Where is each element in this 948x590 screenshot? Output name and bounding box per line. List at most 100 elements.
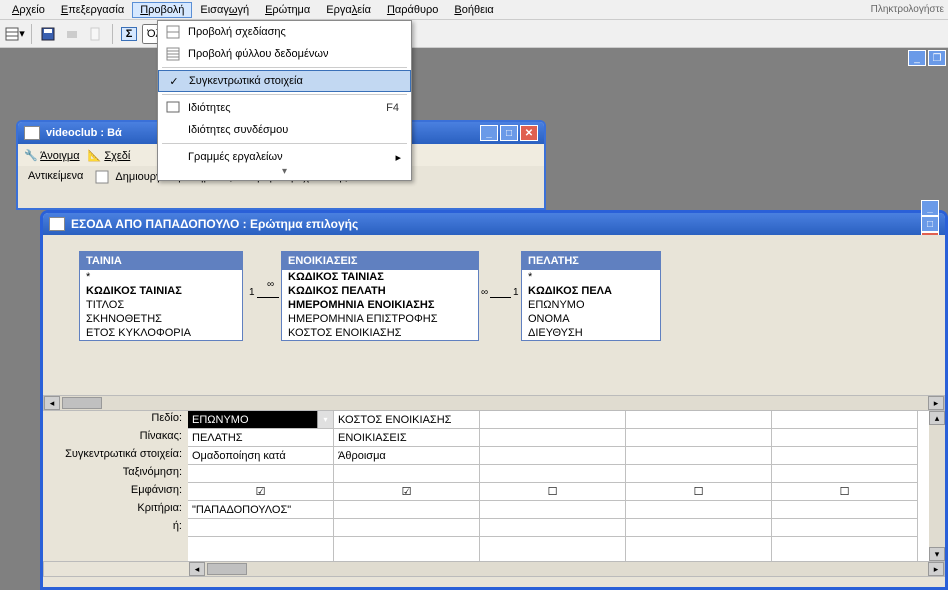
db-maximize-button[interactable]: □ [500,125,518,141]
query-titlebar[interactable]: ΕΣΟΔΑ ΑΠΟ ΠΑΠΑΔΟΠΟΥΛΟ : Ερώτημα επιλογής… [43,213,945,235]
total-cell[interactable] [772,447,917,465]
table-cell[interactable]: ΕΝΟΙΚΙΑΣΕΙΣ [334,429,479,447]
scroll-right-button[interactable]: ▸ [928,396,944,410]
field-cell[interactable] [480,411,625,429]
menu-design-view[interactable]: Προβολή σχεδίασης [158,21,411,43]
table-field[interactable]: ΚΩΔΙΚΟΣ ΤΑΙΝΙΑΣ [282,270,478,284]
total-cell[interactable] [480,447,625,465]
menu-expand-chevron[interactable]: ▾ [158,168,411,180]
menu-help[interactable]: Βοήθεια [446,2,501,18]
scroll-right-button[interactable]: ▸ [928,562,944,576]
total-cell[interactable] [626,447,771,465]
show-cell[interactable]: ☐ [772,483,917,501]
totals-button[interactable]: Σ [118,23,140,45]
field-cell[interactable]: ΕΠΩΝΥΜΟ▾ [188,411,333,429]
menu-totals[interactable]: ✓ Συγκεντρωτικά στοιχεία [158,70,411,92]
show-cell[interactable]: ☑ [188,483,333,501]
menu-datasheet-view[interactable]: Προβολή φύλλου δεδομένων [158,43,411,65]
grid-vscroll[interactable]: ▴ ▾ [929,411,945,561]
menu-insert[interactable]: Εισαγωγή [192,2,257,18]
sort-cell[interactable] [772,465,917,483]
table-header[interactable]: ΤΑΙΝΙΑ [80,252,242,270]
table-field[interactable]: ΔΙΕΥΘΥΣΗ [522,326,660,340]
table-cell[interactable] [480,429,625,447]
menu-window[interactable]: Παράθυρο [379,2,446,18]
table-field[interactable]: ΗΜΕΡΟΜΗΝΙΑ ΕΝΟΙΚΙΑΣΗΣ [282,298,478,312]
scroll-down-button[interactable]: ▾ [929,547,945,561]
sort-cell[interactable] [480,465,625,483]
grid-hscroll[interactable]: ◂ ▸ [43,561,945,577]
table-field[interactable]: ΕΠΩΝΥΜΟ [522,298,660,312]
menu-query[interactable]: Ερώτημα [257,2,318,18]
menu-file[interactable]: Αρχείο [4,2,53,18]
save-button[interactable] [37,23,59,45]
table-cell[interactable] [626,429,771,447]
sort-cell[interactable] [334,465,479,483]
scroll-thumb[interactable] [207,563,247,575]
table-header[interactable]: ΠΕΛΑΤΗΣ [522,252,660,270]
total-cell[interactable]: Άθροισμα [334,447,479,465]
total-cell[interactable]: Ομαδοποίηση κατά [188,447,333,465]
table-field[interactable]: ΚΩΔΙΚΟΣ ΠΕΛΑΤΗ [282,284,478,298]
criteria-cell[interactable] [626,501,771,519]
scroll-thumb[interactable] [62,397,102,409]
criteria-cell[interactable] [772,501,917,519]
db-close-button[interactable]: ✕ [520,125,538,141]
menu-properties[interactable]: Ιδιότητες F4 [158,97,411,119]
table-field[interactable]: ΚΟΣΤΟΣ ΕΝΟΙΚΙΑΣΗΣ [282,326,478,340]
table-field[interactable]: ΣΚΗΝΟΘΕΤΗΣ [80,312,242,326]
query-maximize-button[interactable]: □ [921,216,939,232]
field-cell[interactable] [772,411,917,429]
scroll-left-button[interactable]: ◂ [44,396,60,410]
criteria-cell[interactable] [334,501,479,519]
or-cell[interactable] [772,519,917,537]
table-field[interactable]: ΟΝΟΜΑ [522,312,660,326]
preview-button[interactable] [85,23,107,45]
table-field[interactable]: * [522,270,660,284]
table-field[interactable]: * [80,270,242,284]
field-cell[interactable]: ΚΟΣΤΟΣ ΕΝΟΙΚΙΑΣΗΣ [334,411,479,429]
diagram-hscroll[interactable]: ◂ ▸ [43,395,945,411]
table-header[interactable]: ΕΝΟΙΚΙΑΣΕΙΣ [282,252,478,270]
table-pelatis[interactable]: ΠΕΛΑΤΗΣ * ΚΩΔΙΚΟΣ ΠΕΛΑ ΕΠΩΝΥΜΟ ΟΝΟΜΑ ΔΙΕ… [521,251,661,341]
scroll-up-button[interactable]: ▴ [929,411,945,425]
sort-cell[interactable] [188,465,333,483]
table-enoikiaseis[interactable]: ΕΝΟΙΚΙΑΣΕΙΣ ΚΩΔΙΚΟΣ ΤΑΙΝΙΑΣ ΚΩΔΙΚΟΣ ΠΕΛΑ… [281,251,479,341]
diagram-pane[interactable]: 1 ∞ ∞ 1 ΤΑΙΝΙΑ * ΚΩΔΙΚΟΣ ΤΑΙΝΙΑΣ ΤΙΤΛΟΣ … [43,235,945,395]
db-design-button[interactable]: 📐 Σχεδί [88,149,131,162]
show-cell[interactable]: ☐ [626,483,771,501]
query-minimize-button[interactable]: _ [921,200,939,216]
db-open-button[interactable]: 🔧 Άνοιγμα [24,149,80,162]
view-button[interactable]: ▾ [4,23,26,45]
table-field[interactable]: ΚΩΔΙΚΟΣ ΠΕΛΑ [522,284,660,298]
mdi-minimize-button[interactable]: _ [908,50,926,66]
show-cell[interactable]: ☑ [334,483,479,501]
table-field[interactable]: ΤΙΤΛΟΣ [80,298,242,312]
menu-tools[interactable]: Εργαλεία [318,2,379,18]
or-cell[interactable] [626,519,771,537]
menu-view[interactable]: Προβολή [132,2,192,18]
print-button[interactable] [61,23,83,45]
dropdown-arrow-icon[interactable]: ▾ [317,411,333,428]
criteria-cell[interactable]: "ΠΑΠΑΔΟΠΟΥΛΟΣ" [188,501,333,519]
or-cell[interactable] [188,519,333,537]
table-field[interactable]: ΕΤΟΣ ΚΥΚΛΟΦΟΡΙΑ [80,326,242,340]
menu-join-properties[interactable]: Ιδιότητες συνδέσμου [158,119,411,141]
db-minimize-button[interactable]: _ [480,125,498,141]
table-field[interactable]: ΚΩΔΙΚΟΣ ΤΑΙΝΙΑΣ [80,284,242,298]
table-field[interactable]: ΗΜΕΡΟΜΗΝΙΑ ΕΠΙΣΤΡΟΦΗΣ [282,312,478,326]
mdi-restore-button[interactable]: ❐ [928,50,946,66]
or-cell[interactable] [480,519,625,537]
criteria-cell[interactable] [480,501,625,519]
sort-cell[interactable] [626,465,771,483]
or-cell[interactable] [334,519,479,537]
menu-toolbars[interactable]: Γραμμές εργαλείων ▸ [158,146,411,168]
table-cell[interactable] [772,429,917,447]
table-cell[interactable]: ΠΕΛΑΤΗΣ [188,429,333,447]
show-cell[interactable]: ☐ [480,483,625,501]
table-tainia[interactable]: ΤΑΙΝΙΑ * ΚΩΔΙΚΟΣ ΤΑΙΝΙΑΣ ΤΙΤΛΟΣ ΣΚΗΝΟΘΕΤ… [79,251,243,341]
help-search-hint[interactable]: Πληκτρολογήστε [871,4,944,15]
field-cell[interactable] [626,411,771,429]
menu-edit[interactable]: Επεξεργασία [53,2,132,18]
scroll-left-button[interactable]: ◂ [189,562,205,576]
